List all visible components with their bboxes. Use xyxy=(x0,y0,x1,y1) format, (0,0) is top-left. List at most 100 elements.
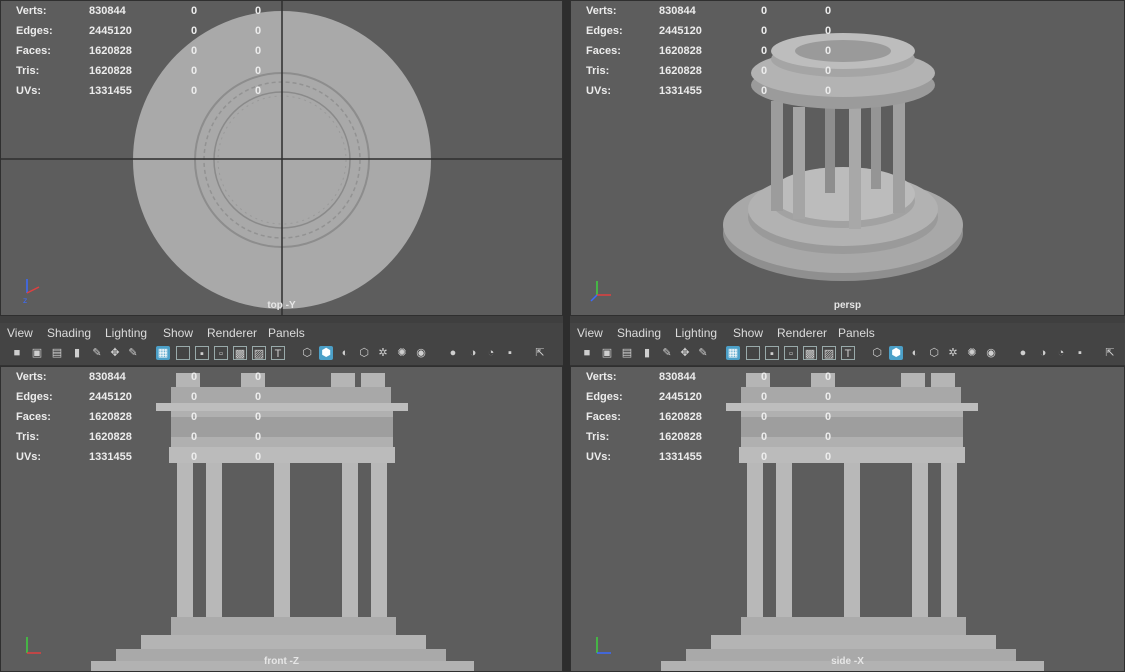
viewport-persp[interactable]: Verts: 830844 0 0 Edges: 2445120 0 0 Faces: 162… xyxy=(570,0,1125,316)
camera-icon[interactable]: ■ xyxy=(580,346,594,360)
anti-aliasing-icon[interactable]: ◑ xyxy=(466,346,480,360)
menu-view[interactable]: View xyxy=(577,326,603,340)
tris-value: 1620828 xyxy=(659,65,702,77)
camera-attributes-icon[interactable]: ▣ xyxy=(30,346,44,360)
grid-icon[interactable]: ✎ xyxy=(696,346,710,360)
textured-icon[interactable]: ⬡ xyxy=(927,346,941,360)
camera-label: front -Z xyxy=(264,656,299,667)
edges-label: Edges: xyxy=(586,391,623,403)
use-all-lights-icon[interactable]: ✲ xyxy=(946,346,960,360)
smooth-shade-icon[interactable]: ⬢ xyxy=(319,346,333,360)
use-all-lights-icon[interactable]: ✲ xyxy=(376,346,390,360)
uvs-uv-selected: 0 xyxy=(825,451,832,463)
edges-label: Edges: xyxy=(16,25,53,37)
menu-shading[interactable]: Shading xyxy=(47,326,91,340)
grid-icon[interactable]: ✎ xyxy=(126,346,140,360)
menu-shading[interactable]: Shading xyxy=(617,326,661,340)
bookmark-icon[interactable]: ▤ xyxy=(50,346,64,360)
shadows-icon[interactable]: ✺ xyxy=(395,346,409,360)
motion-blur-icon[interactable]: ● xyxy=(1016,346,1030,360)
isolate-select-icon[interactable]: ▪ xyxy=(1073,346,1087,360)
edges-uv-selected: 0 xyxy=(825,391,832,403)
shadows-icon[interactable]: ✺ xyxy=(965,346,979,360)
panel-toolbar-side: ■ ▣ ▤ ▮ ✎ ✥ ✎ ▦ ▪ ▫ ▩ ▨ T ⬡ ⬢ ◐ ⬡ ✲ ✺ ◉ … xyxy=(570,343,1125,366)
menu-renderer[interactable]: Renderer xyxy=(207,326,257,340)
uvs-selected: 0 xyxy=(191,451,198,463)
verts-label: Verts: xyxy=(16,5,47,17)
depth-of-field-icon[interactable]: ◔ xyxy=(1054,346,1068,360)
verts-value: 830844 xyxy=(659,371,696,383)
viewport-side[interactable]: Verts: 830844 0 0 Edges: 2445120 0 0 Faces: 162… xyxy=(570,366,1125,672)
depth-of-field-icon[interactable]: ◔ xyxy=(484,346,498,360)
xray-icon[interactable]: ⇱ xyxy=(1103,346,1117,360)
faces-label: Faces: xyxy=(16,45,51,57)
wireframe-on-shaded-icon[interactable]: ◐ xyxy=(908,346,922,360)
faces-label: Faces: xyxy=(586,45,621,57)
menu-renderer[interactable]: Renderer xyxy=(777,326,827,340)
wireframe-on-shaded-icon[interactable]: ◐ xyxy=(338,346,352,360)
tris-selected: 0 xyxy=(761,431,768,443)
uvs-label: UVs: xyxy=(586,451,612,463)
hud-stats: Verts: 830844 0 0 Edges: 2445120 0 0 Faces: 162… xyxy=(1,1,281,101)
tris-label: Tris: xyxy=(586,431,610,443)
safe-action-icon[interactable]: ▨ xyxy=(822,346,836,360)
menu-panels[interactable]: Panels xyxy=(838,326,875,340)
film-gate-icon[interactable] xyxy=(176,346,190,360)
xray-icon[interactable]: ⇱ xyxy=(533,346,547,360)
anti-aliasing-icon[interactable]: ◑ xyxy=(1036,346,1050,360)
resolution-gate-icon[interactable]: ▪ xyxy=(195,346,209,360)
camera-icon[interactable]: ■ xyxy=(10,346,24,360)
viewport-top[interactable]: Verts: 830844 0 0 Edges: 2445120 0 0 Faces: 162… xyxy=(0,0,563,316)
camera-attributes-icon[interactable]: ▣ xyxy=(600,346,614,360)
menu-panels[interactable]: Panels xyxy=(268,326,305,340)
2d-pan-zoom-icon[interactable]: ✥ xyxy=(678,346,692,360)
field-chart-icon[interactable]: ▩ xyxy=(233,346,247,360)
faces-uv-selected: 0 xyxy=(825,45,832,57)
tris-uv-selected: 0 xyxy=(825,431,832,443)
2d-pan-zoom-icon[interactable]: ✥ xyxy=(108,346,122,360)
tris-label: Tris: xyxy=(586,65,610,77)
safe-title-icon[interactable]: T xyxy=(841,346,855,360)
gate-mask-icon[interactable]: ▫ xyxy=(214,346,228,360)
motion-blur-icon[interactable]: ● xyxy=(446,346,460,360)
faces-uv-selected: 0 xyxy=(825,411,832,423)
menu-lighting[interactable]: Lighting xyxy=(675,326,717,340)
grease-pencil-icon[interactable]: ✎ xyxy=(90,346,104,360)
menu-view[interactable]: View xyxy=(7,326,33,340)
film-gate-icon[interactable] xyxy=(746,346,760,360)
uvs-value: 1331455 xyxy=(89,85,132,97)
vertical-splitter[interactable] xyxy=(563,0,570,672)
field-chart-icon[interactable]: ▩ xyxy=(803,346,817,360)
gate-mask-icon[interactable]: ▫ xyxy=(784,346,798,360)
verts-selected: 0 xyxy=(761,5,768,17)
edges-value: 2445120 xyxy=(659,25,702,37)
textured-icon[interactable]: ⬡ xyxy=(357,346,371,360)
uvs-selected: 0 xyxy=(761,451,768,463)
grid-icon[interactable]: ▦ xyxy=(726,346,740,360)
grease-pencil-icon[interactable]: ✎ xyxy=(660,346,674,360)
menu-show[interactable]: Show xyxy=(163,326,193,340)
ambient-occlusion-icon[interactable]: ◉ xyxy=(414,346,428,360)
image-plane-icon[interactable]: ▮ xyxy=(70,346,84,360)
safe-action-icon[interactable]: ▨ xyxy=(252,346,266,360)
edges-selected: 0 xyxy=(761,391,768,403)
viewport-front[interactable]: Verts: 830844 0 0 Edges: 2445120 0 0 Faces: 162… xyxy=(0,366,563,672)
edges-uv-selected: 0 xyxy=(255,25,262,37)
resolution-gate-icon[interactable]: ▪ xyxy=(765,346,779,360)
ambient-occlusion-icon[interactable]: ◉ xyxy=(984,346,998,360)
hud-stats: Verts: 830844 0 0 Edges: 2445120 0 0 Faces: 162… xyxy=(571,367,851,467)
menu-show[interactable]: Show xyxy=(733,326,763,340)
menu-lighting[interactable]: Lighting xyxy=(105,326,147,340)
verts-selected: 0 xyxy=(191,5,198,17)
wireframe-icon[interactable]: ⬡ xyxy=(300,346,314,360)
smooth-shade-icon[interactable]: ⬢ xyxy=(889,346,903,360)
wireframe-icon[interactable]: ⬡ xyxy=(870,346,884,360)
safe-title-icon[interactable]: T xyxy=(271,346,285,360)
grid-icon[interactable]: ▦ xyxy=(156,346,170,360)
bookmark-icon[interactable]: ▤ xyxy=(620,346,634,360)
edges-uv-selected: 0 xyxy=(825,25,832,37)
isolate-select-icon[interactable]: ▪ xyxy=(503,346,517,360)
image-plane-icon[interactable]: ▮ xyxy=(640,346,654,360)
tris-value: 1620828 xyxy=(89,65,132,77)
uvs-value: 1331455 xyxy=(659,451,702,463)
